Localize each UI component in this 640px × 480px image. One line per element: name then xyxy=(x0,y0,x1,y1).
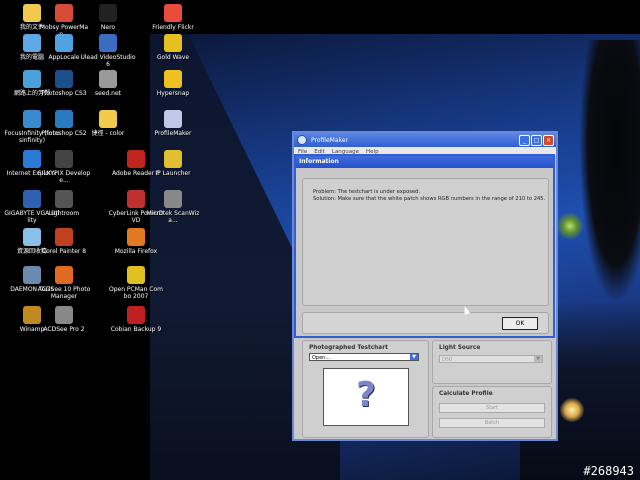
acdsee-pro-icon xyxy=(55,306,73,324)
wallpaper-green-light xyxy=(556,212,584,240)
minimize-button[interactable]: _ xyxy=(519,134,530,146)
desktop-icon-label: Hypersnap xyxy=(156,90,190,97)
desktop-icon[interactable]: ACDSee Pro 2 xyxy=(36,306,92,333)
desktop-icon-label: ACDSee 10 Photo Manager xyxy=(37,286,91,300)
dialog-message-panel: Problem: The testchart is under exposed.… xyxy=(302,178,549,306)
desktop-icon[interactable]: Cobian Backup 9 xyxy=(108,306,164,333)
testchart-preview: ? xyxy=(323,368,409,426)
ulead-icon xyxy=(99,34,117,52)
mobsy-icon xyxy=(55,4,73,22)
window-title: ProfileMaker xyxy=(311,136,348,144)
photoshop-cs3-icon xyxy=(55,70,73,88)
desktop-icon-label: ACDSee Pro 2 xyxy=(43,326,85,333)
chevron-down-icon[interactable]: ▼ xyxy=(410,354,418,360)
desktop-icon[interactable]: ProfileMaker xyxy=(145,110,201,137)
dialog-button-bar: OK xyxy=(302,312,549,334)
question-mark-icon: ? xyxy=(356,375,376,415)
desktop-icon[interactable]: Corel Painter 8 xyxy=(36,228,92,255)
desktop-icon-label: Gold Wave xyxy=(156,54,190,61)
desktop-icon[interactable]: IP Launcher xyxy=(145,150,201,177)
lightroom-icon xyxy=(55,190,73,208)
goldwave-icon xyxy=(164,34,182,52)
desktop-icon[interactable]: Lightroom xyxy=(36,190,92,217)
desktop-icon[interactable]: SILKYPIX Develope... xyxy=(36,150,92,184)
corel-painter-icon xyxy=(55,228,73,246)
desktop-icon-label: ProfileMaker xyxy=(154,130,192,137)
maximize-button[interactable]: □ xyxy=(531,134,542,146)
light-source-select[interactable]: D50 ▼ xyxy=(439,355,543,363)
light-source-panel: Light Source D50 ▼ xyxy=(432,340,552,384)
desktop-icon[interactable]: ACDSee 10 Photo Manager xyxy=(36,266,92,300)
calculate-profile-title: Calculate Profile xyxy=(439,391,493,397)
ip-launcher-icon xyxy=(164,150,182,168)
scanwizard-icon xyxy=(164,190,182,208)
desktop-icon-label: Cobian Backup 9 xyxy=(110,326,162,333)
app-icon xyxy=(297,135,307,145)
desktop-icon[interactable]: Mozilla Firefox xyxy=(108,228,164,255)
information-dialog: Information Problem: The testchart is un… xyxy=(294,154,555,338)
desktop-icon-label: IP Launcher xyxy=(155,170,191,177)
desktop-icon[interactable]: Microtek ScanWiza... xyxy=(145,190,201,224)
seednet-icon xyxy=(99,70,117,88)
acdsee10-icon xyxy=(55,266,73,284)
desktop-icon-label: Microtek ScanWiza... xyxy=(146,210,200,224)
photoshop-cs2-icon xyxy=(55,110,73,128)
problem-text: Problem: The testchart is under exposed. xyxy=(313,189,421,195)
testchart-title: Photographed Testchart xyxy=(309,345,388,351)
testchart-select-value: Open... xyxy=(312,355,331,361)
wallpaper-street-light xyxy=(560,398,584,422)
folder-color-icon xyxy=(99,110,117,128)
firefox-icon xyxy=(127,228,145,246)
desktop-icon-label: Friendly Flickr xyxy=(152,24,194,31)
batch-button[interactable]: Batch xyxy=(439,418,545,428)
dialog-titlebar[interactable]: Information xyxy=(296,156,553,168)
desktop-icon-label: Corel Painter 8 xyxy=(41,248,87,255)
silkypix-icon xyxy=(55,150,73,168)
desktop-icon-label: 捷徑 - color xyxy=(91,130,125,137)
light-source-select-value: D50 xyxy=(442,357,453,363)
desktop-icon[interactable]: Gold Wave xyxy=(145,34,201,61)
desktop-icon[interactable]: Ulead VideoStudio 6 xyxy=(80,34,136,68)
close-button[interactable]: × xyxy=(543,134,554,146)
solution-text: Solution: Make sure that the white patch… xyxy=(313,196,546,202)
testchart-panel: Photographed Testchart Open... ▼ ? xyxy=(302,340,429,438)
desktop: 我的文件Mobsy PowerMap...NeroFriendly Flickr… xyxy=(0,0,640,480)
desktop-icon[interactable]: Hypersnap xyxy=(145,70,201,97)
desktop-icon[interactable]: 捷徑 - color xyxy=(80,110,136,137)
wallpaper-tree xyxy=(580,40,640,300)
profilemaker-icon xyxy=(164,110,182,128)
desktop-icon-label: Nero xyxy=(100,24,116,31)
desktop-icon-label: Lightroom xyxy=(48,210,80,217)
window-titlebar[interactable]: ProfileMaker _ □ × xyxy=(294,133,556,147)
hypersnap-icon xyxy=(164,70,182,88)
desktop-icon[interactable]: Open PCMan Combo 2007 xyxy=(108,266,164,300)
powerdvd-icon xyxy=(127,190,145,208)
desktop-icon-label: seed.net xyxy=(94,90,122,97)
desktop-icon-label: SILKYPIX Develope... xyxy=(37,170,91,184)
desktop-icon-label: Open PCMan Combo 2007 xyxy=(108,286,163,300)
desktop-icon-label: Mozilla Firefox xyxy=(114,248,158,255)
desktop-icon-label: Ulead VideoStudio 6 xyxy=(80,54,136,68)
ok-button[interactable]: OK xyxy=(502,317,538,330)
watermark: #268943 xyxy=(583,464,634,478)
applocale-icon xyxy=(55,34,73,52)
desktop-icon[interactable]: seed.net xyxy=(80,70,136,97)
nero-icon xyxy=(99,4,117,22)
testchart-select[interactable]: Open... ▼ xyxy=(309,353,419,361)
flickr-icon xyxy=(164,4,182,22)
calculate-profile-panel: Calculate Profile Start Batch xyxy=(432,386,552,438)
adobe-reader-icon xyxy=(127,150,145,168)
light-source-title: Light Source xyxy=(439,345,481,351)
start-button[interactable]: Start xyxy=(439,403,545,413)
desktop-icon[interactable]: Nero xyxy=(80,4,136,31)
desktop-icon[interactable]: Friendly Flickr xyxy=(145,4,201,31)
chevron-down-icon[interactable]: ▼ xyxy=(534,356,542,362)
cobian-backup-icon xyxy=(127,306,145,324)
pcman-icon xyxy=(127,266,145,284)
